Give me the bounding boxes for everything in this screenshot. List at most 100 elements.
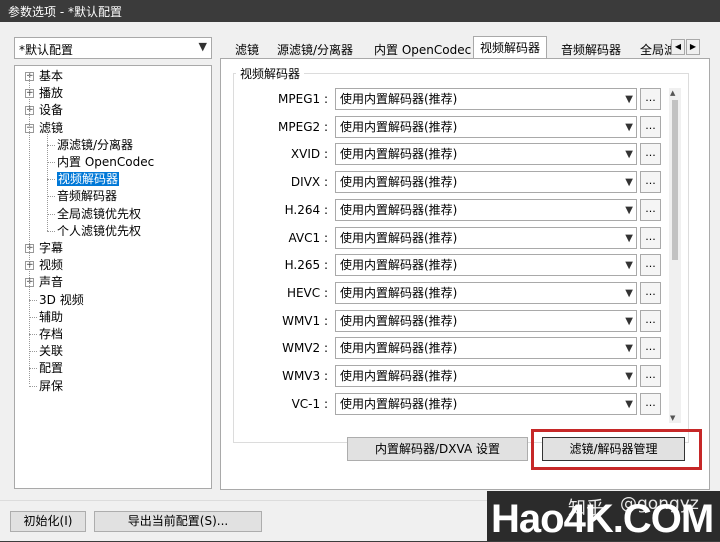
decoder-label: AVC1 : <box>288 230 328 245</box>
scrollbar-thumb[interactable] <box>672 100 678 260</box>
decoder-select[interactable]: 使用内置解码器(推荐) ▼ <box>335 365 637 387</box>
export-config-button[interactable]: 导出当前配置(S)... <box>94 511 262 532</box>
tree-item[interactable]: 辅助 <box>39 309 63 326</box>
decoder-select[interactable]: 使用内置解码器(推荐) ▼ <box>335 337 637 360</box>
tree-connector <box>47 162 55 163</box>
chevron-down-icon: ▼ <box>198 40 207 53</box>
tree-item-label: 全局滤镜优先权 <box>57 206 142 221</box>
chevron-down-icon: ▼ <box>625 287 633 299</box>
tree-item[interactable]: 屏保 <box>39 378 63 395</box>
profile-select[interactable]: *默认配置 ▼ <box>14 37 212 59</box>
tree-item-label: 辅助 <box>39 309 64 324</box>
scroll-up-icon[interactable]: ▲ <box>670 89 675 97</box>
tree-item-label: 基本 <box>39 69 64 83</box>
chevron-down-icon: ▼ <box>625 204 633 216</box>
tree-connector <box>29 72 30 384</box>
tree-item[interactable]: 声音 <box>39 274 63 291</box>
tree-item[interactable]: 视频解码器 <box>57 171 120 188</box>
tree-item-label: 屏保 <box>39 378 64 393</box>
tree-item[interactable]: 配置 <box>39 360 63 377</box>
decoder-options-button[interactable]: ... <box>640 198 661 221</box>
tab[interactable]: 滤镜 <box>228 38 266 58</box>
decoder-options-button[interactable]: ... <box>640 115 661 138</box>
tab-scroll-right-icon[interactable]: ▶ <box>686 39 700 55</box>
tree-item[interactable]: 滤镜 <box>39 120 63 137</box>
tab[interactable]: 音频解码器 <box>554 38 628 58</box>
tree-item[interactable]: 设备 <box>39 102 63 119</box>
scroll-down-icon[interactable]: ▼ <box>670 414 675 422</box>
decoder-options-button[interactable]: ... <box>640 143 661 166</box>
decoder-label: VC-1 : <box>291 396 328 411</box>
tree-item[interactable]: 个人滤镜优先权 <box>57 223 141 240</box>
tree-item[interactable]: 全局滤镜优先权 <box>57 206 141 223</box>
chevron-down-icon: ▼ <box>625 121 633 133</box>
decoder-select-value: 使用内置解码器(推荐) <box>340 396 458 411</box>
reset-button[interactable]: 初始化(I) <box>10 511 86 532</box>
tree-item[interactable]: 播放 <box>39 85 63 102</box>
tree-connector <box>47 179 55 181</box>
decoder-options-button[interactable]: ... <box>640 254 661 277</box>
chevron-down-icon: ▼ <box>625 149 633 161</box>
decoder-options-button[interactable]: ... <box>640 226 661 249</box>
tree-item-label: 视频解码器 <box>57 172 120 187</box>
decoder-select[interactable]: 使用内置解码器(推荐) ▼ <box>335 254 637 277</box>
tree-item-label: 3D 视频 <box>39 292 84 307</box>
tree-item[interactable]: 视频 <box>39 257 63 274</box>
chevron-down-icon: ▼ <box>625 177 633 189</box>
tree-connector <box>29 299 37 301</box>
chevron-down-icon: ▼ <box>625 232 633 244</box>
decoder-select[interactable]: 使用内置解码器(推荐) ▼ <box>335 115 637 138</box>
dxva-settings-button[interactable]: 内置解码器/DXVA 设置 <box>347 437 528 461</box>
chevron-down-icon: ▼ <box>625 371 633 382</box>
decoder-select-value: 使用内置解码器(推荐) <box>340 258 458 273</box>
tree-item[interactable]: 关联 <box>39 343 63 360</box>
tree-item-label: 声音 <box>39 275 64 290</box>
decoder-select[interactable]: 使用内置解码器(推荐) ▼ <box>335 392 637 415</box>
decoder-options-button[interactable]: ... <box>640 337 661 360</box>
decoder-label: DIVX : <box>290 175 328 190</box>
decoder-select[interactable]: 使用内置解码器(推荐) ▼ <box>335 198 637 221</box>
tree-connector <box>47 213 55 215</box>
tab[interactable]: 源滤镜/分离器 <box>270 38 360 58</box>
tab-strip: 滤镜 源滤镜/分离器 内置 OpenCodec 视频解码器 音频解码器 全局滤 <box>220 36 720 59</box>
decoder-select[interactable]: 使用内置解码器(推荐) ▼ <box>335 281 637 304</box>
decoder-options-button[interactable]: ... <box>640 365 661 387</box>
tab[interactable]: 内置 OpenCodec <box>367 38 478 58</box>
decoder-options-button[interactable]: ... <box>640 392 661 415</box>
tab-scroll-left-icon[interactable]: ◀ <box>671 39 685 55</box>
decoder-select[interactable]: 使用内置解码器(推荐) ▼ <box>335 88 637 110</box>
chevron-down-icon: ▼ <box>625 94 633 105</box>
settings-tree[interactable]: 基本 + 播放 + 设备 + 滤镜 − 源滤镜/分离器 内置 OpenCodec 视频解码器 音频解码… <box>14 65 212 489</box>
tree-item[interactable]: 音频解码器 <box>57 188 117 205</box>
decoder-select-value: 使用内置解码器(推荐) <box>340 313 458 328</box>
decoder-label: H.265 : <box>284 258 328 273</box>
decoder-select[interactable]: 使用内置解码器(推荐) ▼ <box>335 143 637 166</box>
tab-scroll-arrows: ◀ ▶ <box>671 39 701 55</box>
decoder-options-button[interactable]: ... <box>640 309 661 332</box>
tree-item[interactable]: 字幕 <box>39 240 63 257</box>
tab[interactable]: 视频解码器 <box>473 36 548 59</box>
tree-item[interactable]: 内置 OpenCodec <box>57 154 154 171</box>
tree-item[interactable]: 存档 <box>39 326 63 343</box>
decoder-select[interactable]: 使用内置解码器(推荐) ▼ <box>335 309 637 332</box>
tree-item-label: 设备 <box>39 103 64 118</box>
decoder-select[interactable]: 使用内置解码器(推荐) ▼ <box>335 226 637 249</box>
tree-item[interactable]: 基本 <box>39 68 63 85</box>
profile-select-value: *默认配置 <box>19 43 74 57</box>
tree-item-label: 存档 <box>39 327 64 341</box>
highlight-annotation <box>531 429 702 470</box>
decoder-select-value: 使用内置解码器(推荐) <box>340 119 458 134</box>
tree-connector <box>29 334 37 335</box>
tree-item[interactable]: 3D 视频 <box>39 292 84 309</box>
decoder-select[interactable]: 使用内置解码器(推荐) ▼ <box>335 171 637 194</box>
tree-connector <box>47 131 48 231</box>
decoder-options-button[interactable]: ... <box>640 281 661 304</box>
decoder-label: WMV1 : <box>282 313 328 328</box>
tree-item-label: 个人滤镜优先权 <box>57 223 142 238</box>
tree-connector <box>29 351 37 353</box>
tree-item[interactable]: 源滤镜/分离器 <box>57 137 133 154</box>
decoder-options-button[interactable]: ... <box>640 88 661 110</box>
decoder-options-button[interactable]: ... <box>640 171 661 194</box>
chevron-down-icon: ▼ <box>625 260 633 272</box>
tree-item-label: 内置 OpenCodec <box>57 155 155 169</box>
